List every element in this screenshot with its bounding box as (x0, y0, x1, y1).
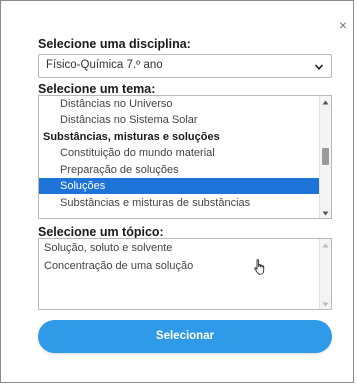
chevron-down-icon (314, 64, 324, 70)
scroll-up-icon[interactable] (322, 100, 329, 105)
theme-heading: Selecione um tema: (38, 82, 156, 96)
dialog: × Selecione uma disciplina: Físico-Quími… (0, 0, 354, 383)
scroll-down-icon[interactable] (322, 302, 329, 307)
theme-scrollbar-thumb[interactable] (322, 148, 329, 165)
hand-cursor-icon (254, 259, 265, 275)
theme-scrollbar[interactable] (319, 96, 331, 218)
theme-option[interactable]: Preparação de soluções (39, 162, 331, 178)
theme-option[interactable]: Soluções (39, 178, 331, 194)
topic-listbox[interactable]: Concentração de uma solução Solução, solu… (38, 238, 332, 310)
scroll-up-icon[interactable] (322, 243, 329, 248)
discipline-select[interactable]: Físico-Química 7.º ano (38, 54, 332, 78)
close-icon[interactable]: × (336, 18, 350, 32)
theme-option[interactable]: Constituição do mundo material (39, 145, 331, 161)
discipline-selected-value: Físico-Química 7.º ano (46, 59, 163, 71)
topic-scrollbar[interactable] (319, 239, 331, 309)
discipline-heading: Selecione uma disciplina: (38, 37, 191, 51)
theme-group-label: Substâncias, misturas e soluções (43, 131, 220, 143)
theme-option[interactable]: Distâncias no Universo (39, 96, 331, 112)
topic-heading: Selecione um tópico: (38, 225, 164, 239)
topic-option[interactable]: Concentração de uma solução (44, 260, 193, 272)
select-button[interactable]: Selecionar (38, 320, 332, 353)
topic-option[interactable]: Solução, soluto e solvente (44, 242, 172, 254)
theme-listbox[interactable]: Substâncias e misturas de substâncias Sol… (38, 95, 332, 219)
theme-option[interactable]: Distâncias no Sistema Solar (39, 112, 331, 128)
theme-option[interactable]: Substâncias e misturas de substâncias (39, 195, 331, 211)
scroll-down-icon[interactable] (322, 211, 329, 216)
